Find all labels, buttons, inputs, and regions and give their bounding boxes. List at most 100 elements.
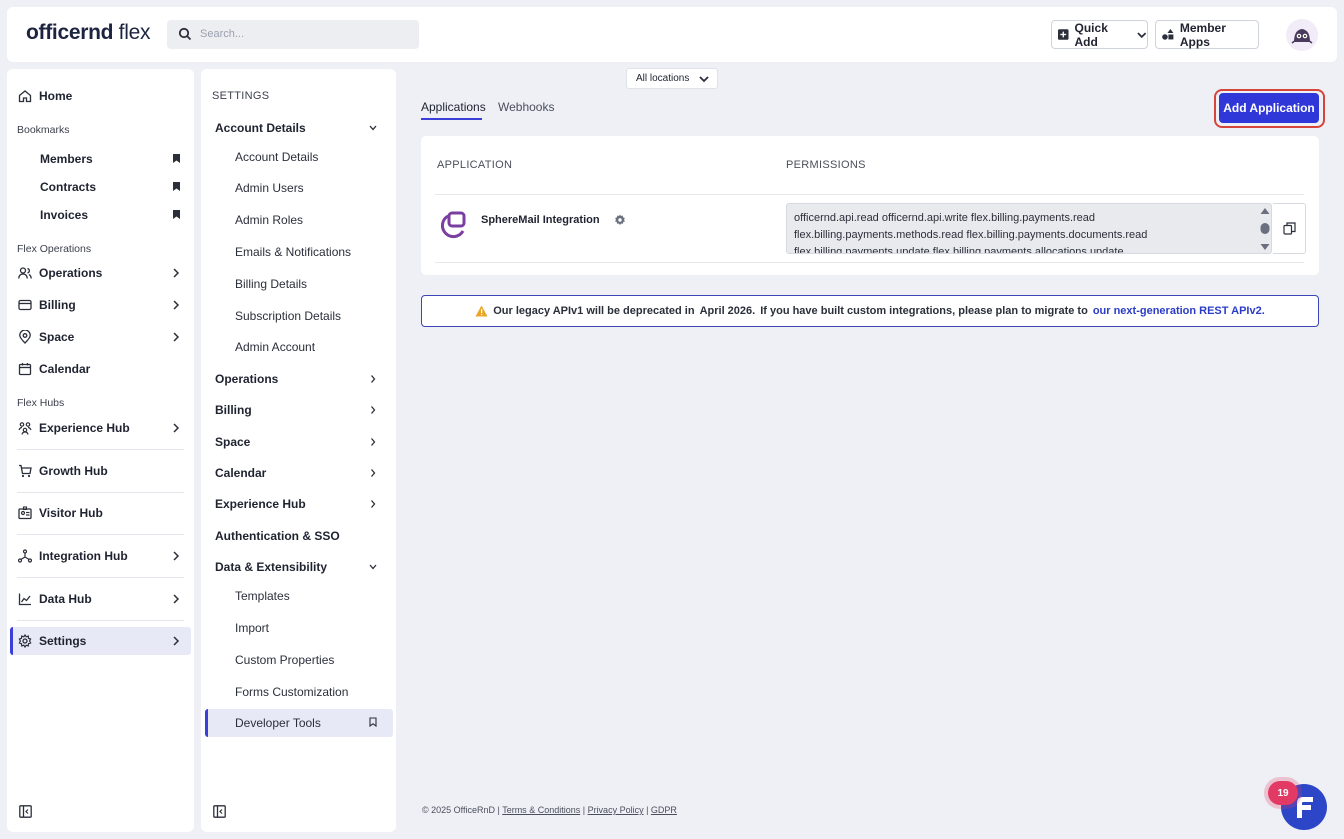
sidebar-item-experience-hub[interactable]: Experience Hub — [10, 414, 191, 442]
quick-add-button[interactable]: Quick Add — [1051, 20, 1148, 49]
settings-item-admin-account[interactable]: Admin Account — [235, 340, 315, 354]
quick-add-label: Quick Add — [1074, 20, 1108, 49]
settings-item-billing-details[interactable]: Billing Details — [235, 277, 307, 291]
copy-icon — [1282, 222, 1296, 235]
location-selector[interactable]: All locations — [626, 68, 718, 89]
logo-light: flex — [113, 21, 151, 44]
settings-group-space[interactable]: Space — [215, 435, 381, 449]
top-bar: officernd flex Search... Quick Add Membe… — [7, 7, 1337, 62]
chevron-down-icon — [369, 125, 377, 131]
sidebar-item-label: Integration Hub — [39, 549, 128, 563]
settings-group-account-details[interactable]: Account Details — [215, 121, 381, 135]
sidebar-item-home[interactable]: Home — [10, 82, 191, 110]
privacy-link[interactable]: Privacy Policy — [588, 805, 644, 815]
bookmark-invoices[interactable]: Invoices — [40, 208, 180, 222]
logo[interactable]: officernd flex — [26, 21, 150, 45]
avatar[interactable] — [1286, 19, 1318, 51]
applications-table: APPLICATION PERMISSIONS SphereMail Integ… — [421, 136, 1319, 275]
gear-icon[interactable] — [614, 214, 626, 226]
bookmark-members[interactable]: Members — [40, 152, 180, 166]
sidebar-item-billing[interactable]: Billing — [10, 291, 191, 319]
settings-title: SETTINGS — [212, 90, 270, 102]
sidebar-item-data-hub[interactable]: Data Hub — [10, 585, 191, 613]
notice-text-2: If you have built custom integrations, p… — [760, 305, 1088, 317]
sidebar-item-label: Experience Hub — [39, 421, 130, 435]
divider — [17, 620, 184, 621]
id-badge-icon — [18, 506, 32, 520]
collapse-panel-icon[interactable] — [213, 805, 226, 818]
warning-icon — [475, 305, 488, 317]
settings-item-admin-users[interactable]: Admin Users — [235, 181, 304, 195]
search-placeholder: Search... — [200, 28, 245, 40]
sidebar-item-operations[interactable]: Operations — [10, 259, 191, 287]
settings-item-developer-tools[interactable]: Developer Tools — [205, 709, 393, 737]
chevron-down-icon — [1137, 31, 1147, 38]
collapse-sidebar-icon[interactable] — [19, 805, 32, 818]
people-network-icon — [18, 422, 32, 435]
chart-icon — [18, 593, 31, 606]
deprecation-notice: Our legacy APIv1 will be deprecated in A… — [421, 295, 1319, 327]
tab-webhooks[interactable]: Webhooks — [498, 100, 554, 114]
gdpr-link[interactable]: GDPR — [651, 805, 677, 815]
bookmark-label: Members — [40, 152, 93, 166]
cart-icon — [19, 464, 32, 478]
settings-group-label: Experience Hub — [215, 497, 306, 511]
sidebar-item-integration-hub[interactable]: Integration Hub — [10, 542, 191, 570]
notice-text: Our legacy APIv1 will be deprecated in — [493, 305, 695, 317]
sidebar-item-calendar[interactable]: Calendar — [10, 355, 191, 383]
settings-group-experience-hub[interactable]: Experience Hub — [215, 497, 381, 511]
sidebar-item-space[interactable]: Space — [10, 323, 191, 351]
settings-item-emails-notifications[interactable]: Emails & Notifications — [235, 245, 351, 259]
copy-button[interactable] — [1273, 203, 1306, 254]
settings-group-operations[interactable]: Operations — [215, 372, 381, 386]
settings-item-custom-properties[interactable]: Custom Properties — [235, 653, 334, 667]
chevron-right-icon — [173, 332, 180, 342]
settings-item-templates[interactable]: Templates — [235, 589, 290, 603]
settings-group-calendar[interactable]: Calendar — [215, 466, 381, 480]
sidebar-item-visitor-hub[interactable]: Visitor Hub — [10, 499, 191, 527]
bookmark-outline-icon[interactable] — [369, 717, 377, 727]
settings-item-subscription-details[interactable]: Subscription Details — [235, 309, 341, 323]
permission-line: flex.billing.payments.methods.read flex.… — [794, 229, 1148, 241]
column-header-application: APPLICATION — [437, 159, 513, 171]
chevron-right-icon — [173, 300, 180, 310]
divider — [435, 194, 1304, 195]
chevron-right-icon — [173, 268, 180, 278]
add-application-button[interactable]: Add Application — [1219, 93, 1319, 123]
terms-link[interactable]: Terms & Conditions — [502, 805, 580, 815]
tab-applications[interactable]: Applications — [421, 100, 486, 114]
bookmark-icon — [173, 210, 180, 219]
settings-group-data-extensibility[interactable]: Data & Extensibility — [215, 560, 381, 574]
sidebar-item-label: Space — [39, 330, 75, 344]
credit-card-icon — [18, 299, 32, 311]
settings-group-billing[interactable]: Billing — [215, 403, 381, 417]
sidebar-item-label: Growth Hub — [39, 464, 108, 478]
divider — [17, 534, 184, 535]
settings-panel: SETTINGS Account Details Account Details… — [201, 69, 396, 832]
sidebar-item-settings[interactable]: Settings — [10, 627, 191, 655]
search-input[interactable]: Search... — [167, 20, 419, 49]
bookmark-icon — [173, 182, 180, 191]
app-name[interactable]: SphereMail Integration — [481, 214, 600, 226]
chevron-right-icon — [371, 438, 376, 446]
member-apps-button[interactable]: Member Apps — [1155, 20, 1259, 49]
bookmark-contracts[interactable]: Contracts — [40, 180, 180, 194]
settings-item-import[interactable]: Import — [235, 621, 269, 635]
sidebar-item-label: Data Hub — [39, 592, 92, 606]
apiv2-link[interactable]: our next-generation REST APIv2. — [1093, 305, 1265, 317]
divider — [17, 449, 184, 450]
settings-group-label: Operations — [215, 372, 279, 386]
bookmark-label: Invoices — [40, 208, 89, 222]
permissions-box[interactable]: officernd.api.read officernd.api.write f… — [786, 203, 1272, 254]
settings-item-account-details[interactable]: Account Details — [235, 150, 318, 164]
settings-group-auth-sso[interactable]: Authentication & SSO — [215, 529, 381, 543]
sidebar-item-growth-hub[interactable]: Growth Hub — [10, 457, 191, 485]
settings-item-admin-roles[interactable]: Admin Roles — [235, 213, 303, 227]
sidebar-item-label: Home — [39, 89, 73, 103]
sidebar-item-label: Visitor Hub — [39, 506, 103, 520]
chevron-right-icon — [371, 500, 376, 508]
settings-item-forms-customization[interactable]: Forms Customization — [235, 685, 348, 699]
scrollbar[interactable] — [1259, 206, 1271, 252]
active-tab-indicator — [421, 118, 482, 120]
permission-line: flex.billing.payments.update flex.billin… — [794, 246, 1124, 254]
